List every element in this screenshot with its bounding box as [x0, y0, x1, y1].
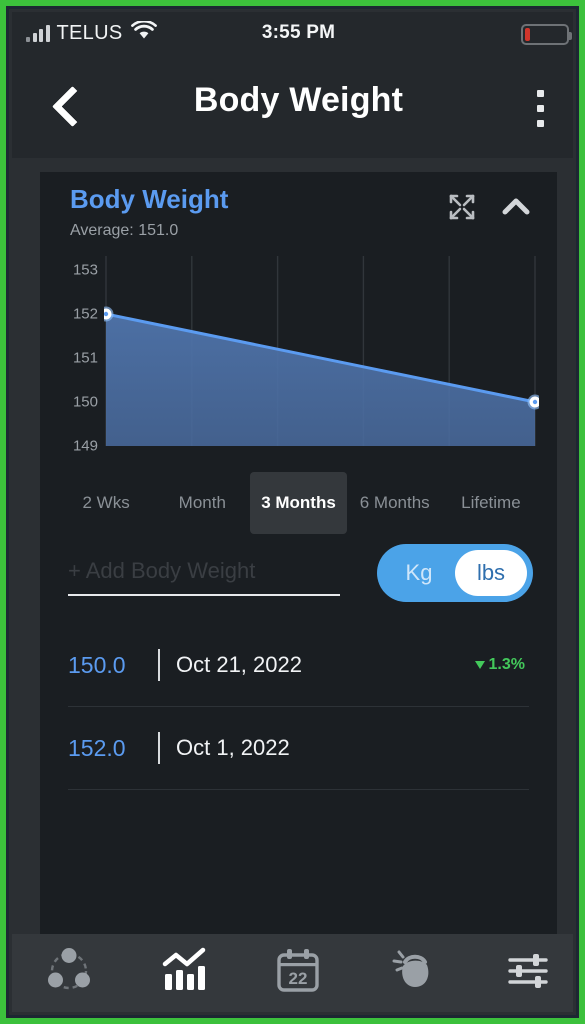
add-weight-field — [68, 552, 340, 596]
bar-line-chart-icon — [157, 944, 211, 1003]
range-month[interactable]: Month — [154, 472, 250, 534]
weight-chart: 153 152 151 150 149 — [40, 256, 557, 466]
status-bar-time: 3:55 PM — [261, 22, 336, 43]
tab-settings[interactable] — [470, 934, 573, 1012]
table-row[interactable]: 152.0 Oct 1, 2022 — [68, 707, 529, 790]
tab-workouts[interactable] — [356, 934, 471, 1012]
phone-screen: TELUS 3:55 PM Body Weight Body Weight Av… — [12, 12, 573, 1012]
entry-divider — [158, 649, 160, 681]
unit-option-lbs[interactable]: lbs — [455, 550, 527, 596]
add-entry-row: Kg lbs — [40, 544, 557, 624]
chart-svg — [98, 256, 543, 446]
entry-list: 150.0 Oct 21, 2022 1.3% 152.0 Oct 1, 202… — [40, 624, 557, 934]
unit-toggle[interactable]: Kg lbs — [377, 544, 533, 602]
body-weight-card: Body Weight Average: 151.0 153 152 151 1… — [40, 172, 557, 934]
chart-y-axis: 153 152 151 150 149 — [40, 256, 104, 456]
y-tick-152: 152 — [72, 305, 98, 323]
tab-dashboard[interactable] — [12, 934, 127, 1012]
arrow-down-icon — [474, 661, 485, 669]
chevron-up-icon[interactable] — [499, 190, 533, 224]
app-header: Body Weight — [12, 56, 573, 158]
range-3months[interactable]: 3 Months — [250, 472, 347, 534]
status-bar: TELUS 3:55 PM — [12, 12, 573, 56]
entry-value: 152.0 — [68, 734, 126, 761]
expand-arrows-icon[interactable] — [445, 190, 479, 224]
page-content: Body Weight Average: 151.0 153 152 151 1… — [12, 158, 573, 934]
page-title: Body Weight — [193, 81, 404, 119]
entry-date: Oct 1, 2022 — [176, 735, 290, 760]
range-2wks[interactable]: 2 Wks — [58, 472, 154, 534]
status-bar-right — [521, 24, 572, 45]
range-6months[interactable]: 6 Months — [347, 472, 443, 534]
entry-date: Oct 21, 2022 — [176, 652, 302, 677]
card-title: Body Weight — [70, 184, 229, 214]
entry-value: 150.0 — [68, 651, 126, 678]
tab-calendar[interactable]: 22 — [241, 934, 356, 1012]
card-average-label: Average: 151.0 — [70, 222, 179, 239]
svg-text:22: 22 — [289, 969, 308, 988]
y-tick-153: 153 — [72, 261, 98, 279]
kettlebell-icon — [386, 944, 440, 1003]
card-actions — [445, 190, 533, 224]
calendar-22-icon: 22 — [271, 944, 325, 1003]
y-tick-150: 150 — [72, 393, 98, 411]
battery-low-icon — [521, 24, 572, 45]
y-tick-149: 149 — [72, 437, 98, 455]
bottom-tab-bar: 22 — [12, 934, 573, 1012]
device-frame: TELUS 3:55 PM Body Weight Body Weight Av… — [0, 0, 585, 1024]
range-lifetime[interactable]: Lifetime — [443, 472, 539, 534]
table-row[interactable]: 150.0 Oct 21, 2022 1.3% — [68, 624, 529, 707]
add-weight-input[interactable] — [68, 552, 340, 594]
card-header: Body Weight Average: 151.0 — [40, 172, 557, 248]
entry-divider — [158, 732, 160, 764]
triad-circles-icon — [42, 944, 96, 1003]
range-selector: 2 Wks Month 3 Months 6 Months Lifetime — [40, 472, 557, 534]
entry-delta: 1.3% — [474, 656, 529, 674]
sliders-icon — [501, 944, 555, 1003]
kebab-menu-icon[interactable] — [523, 84, 557, 132]
tab-progress[interactable] — [127, 934, 242, 1012]
y-tick-151: 151 — [72, 349, 98, 367]
chart-plot-area — [98, 256, 543, 456]
entry-delta-value: 1.3% — [488, 656, 525, 673]
unit-option-kg[interactable]: Kg — [383, 550, 455, 596]
input-underline — [68, 594, 340, 596]
